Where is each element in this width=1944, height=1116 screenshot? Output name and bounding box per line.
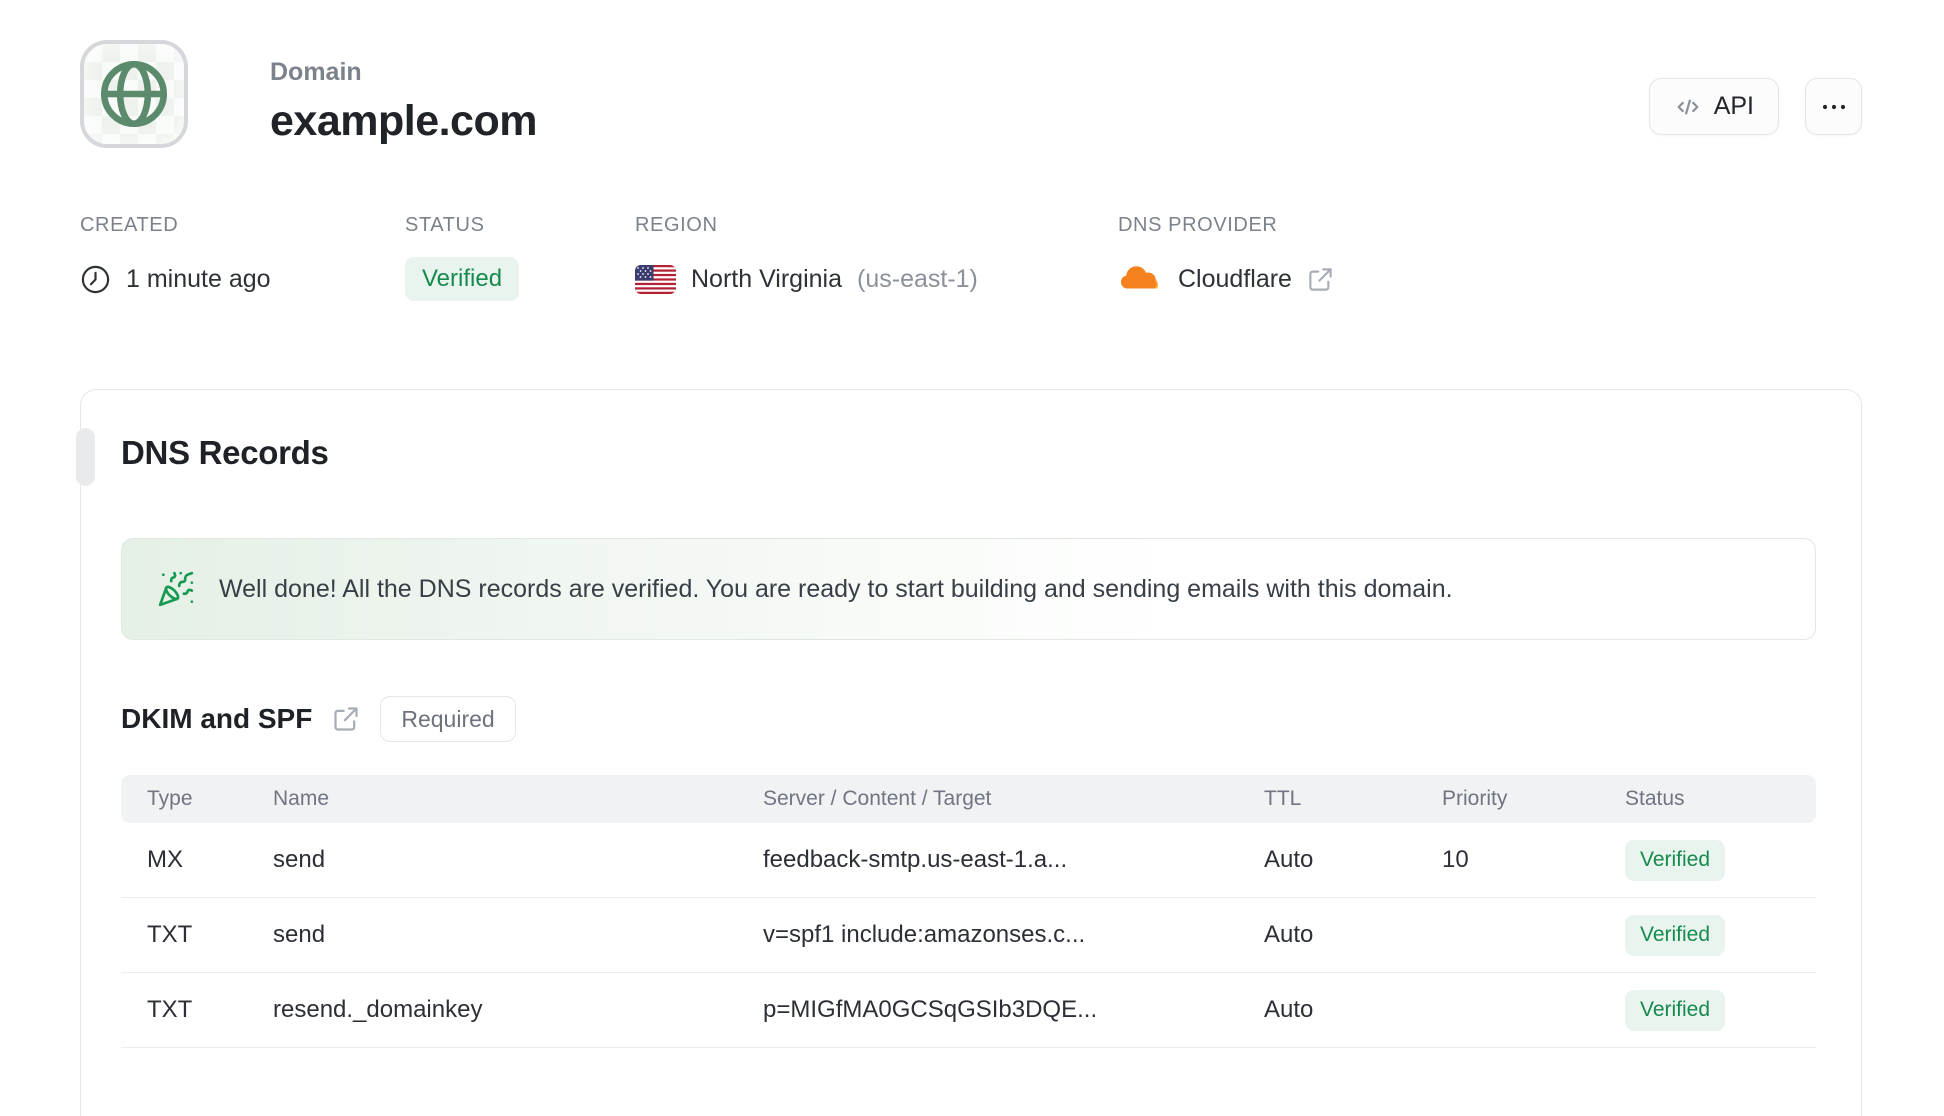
domain-page: Domain example.com API CREATED 1 minute … — [0, 0, 1944, 1116]
table-row[interactable]: MX send feedback-smtp.us-east-1.a... Aut… — [121, 823, 1816, 898]
external-link-icon[interactable] — [332, 705, 360, 733]
status-label: STATUS — [405, 214, 485, 236]
api-button-label: API — [1713, 92, 1754, 120]
card-notch — [76, 428, 95, 486]
meta-region: REGION North Virginia (us-east-1) — [635, 214, 1118, 301]
meta-row: CREATED 1 minute ago STATUS Verified REG… — [80, 214, 1862, 301]
card-title: DNS Records — [121, 434, 329, 471]
cell-type: MX — [147, 846, 183, 873]
api-button[interactable]: API — [1648, 78, 1779, 135]
region-label: REGION — [635, 214, 718, 236]
created-value: 1 minute ago — [126, 264, 271, 293]
table-header-row: Type Name Server / Content / Target TTL … — [121, 775, 1816, 823]
cell-name: resend._domainkey — [273, 996, 483, 1023]
meta-created: CREATED 1 minute ago — [80, 214, 405, 301]
dkim-spf-section-header: DKIM and SPF Required — [121, 696, 1816, 742]
col-header-name: Name — [273, 787, 330, 810]
col-header-content: Server / Content / Target — [763, 787, 992, 810]
cell-priority: 10 — [1442, 846, 1469, 873]
cell-type: TXT — [147, 996, 193, 1023]
success-banner: Well done! All the DNS records are verif… — [121, 538, 1816, 640]
page-title: example.com — [270, 97, 537, 145]
dns-records-table: Type Name Server / Content / Target TTL … — [121, 775, 1816, 1048]
cell-content: p=MIGfMA0GCSqGSIb3DQE... — [763, 996, 1098, 1023]
meta-dns-provider: DNS PROVIDER Cloudflare — [1118, 214, 1334, 301]
dns-provider-value: Cloudflare — [1178, 264, 1292, 293]
col-header-priority: Priority — [1442, 787, 1508, 810]
required-badge: Required — [380, 696, 516, 742]
party-popper-icon — [157, 570, 195, 608]
cell-content: v=spf1 include:amazonses.c... — [763, 921, 1086, 948]
page-header: Domain example.com API — [80, 40, 1862, 148]
created-label: CREATED — [80, 214, 179, 236]
cell-ttl: Auto — [1264, 921, 1314, 948]
us-flag-icon — [635, 264, 676, 294]
section-title: DKIM and SPF — [121, 703, 313, 734]
col-header-type: Type — [147, 787, 193, 810]
banner-message: Well done! All the DNS records are verif… — [219, 574, 1453, 603]
more-button[interactable] — [1805, 78, 1862, 135]
table-row[interactable]: TXT resend._domainkey p=MIGfMA0GCSqGSIb3… — [121, 973, 1816, 1048]
col-header-ttl: TTL — [1264, 787, 1302, 810]
meta-status: STATUS Verified — [405, 214, 635, 301]
page-eyebrow: Domain — [270, 58, 362, 86]
status-badge: Verified — [1625, 989, 1726, 1031]
globe-icon — [93, 53, 175, 135]
avatar — [80, 40, 188, 148]
code-icon — [1674, 93, 1702, 121]
page-titles: Domain example.com — [270, 40, 537, 146]
status-badge: Verified — [405, 257, 520, 301]
ellipsis-icon — [1821, 103, 1847, 111]
region-code: (us-east-1) — [857, 264, 978, 293]
cloudflare-icon — [1118, 264, 1163, 295]
region-value: North Virginia — [691, 264, 843, 293]
status-badge: Verified — [1625, 914, 1726, 956]
external-link-icon[interactable] — [1307, 266, 1334, 293]
clock-icon — [80, 264, 111, 295]
col-header-status: Status — [1625, 787, 1685, 810]
dns-records-card: DNS Records Well done! All the DNS recor… — [76, 389, 1862, 1116]
cell-ttl: Auto — [1264, 846, 1314, 873]
status-badge: Verified — [1625, 839, 1726, 881]
dns-provider-label: DNS PROVIDER — [1118, 214, 1278, 236]
cell-name: send — [273, 921, 326, 948]
cell-content: feedback-smtp.us-east-1.a... — [763, 846, 1068, 873]
cell-ttl: Auto — [1264, 996, 1314, 1023]
cell-type: TXT — [147, 921, 193, 948]
cell-name: send — [273, 846, 326, 873]
table-row[interactable]: TXT send v=spf1 include:amazonses.c... A… — [121, 898, 1816, 973]
header-actions: API — [1648, 78, 1862, 135]
